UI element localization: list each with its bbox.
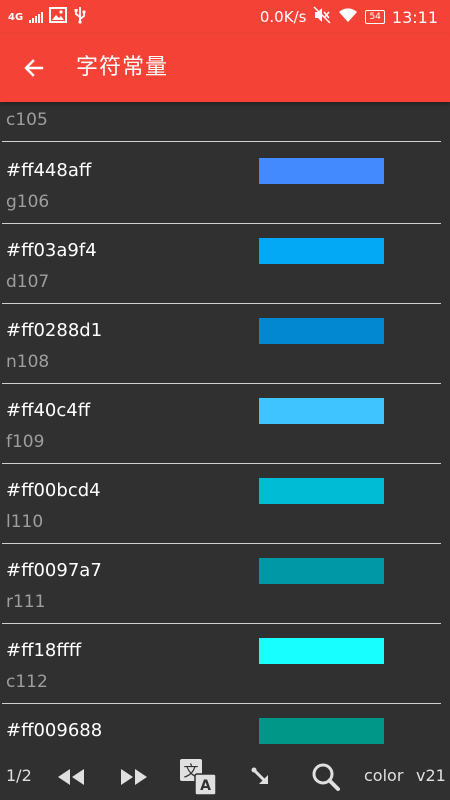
divider xyxy=(2,141,441,142)
svg-text:A: A xyxy=(200,778,211,794)
list-item[interactable]: #ff40c4ff f109 xyxy=(0,384,450,464)
color-swatch xyxy=(259,238,384,264)
translate-button[interactable]: 文 A xyxy=(179,758,217,796)
usb-icon xyxy=(73,6,87,28)
color-name: l110 xyxy=(6,512,44,532)
color-hex: #ff40c4ff xyxy=(6,400,91,421)
color-name: n108 xyxy=(6,352,50,372)
color-name: c112 xyxy=(6,672,48,692)
signal-icon xyxy=(29,11,44,23)
arrow-left-icon xyxy=(24,59,44,77)
fast-forward-icon xyxy=(121,769,147,785)
next-page-button[interactable] xyxy=(117,760,151,794)
mute-icon xyxy=(313,6,331,28)
color-swatch xyxy=(259,558,384,584)
color-hex: #ff0288d1 xyxy=(6,320,103,341)
color-name: f109 xyxy=(6,432,45,452)
app-bar: 字符常量 xyxy=(0,34,450,102)
color-hex: #ff18ffff xyxy=(6,640,82,661)
list-item[interactable]: #ff03a9f4 d107 xyxy=(0,224,450,304)
back-button[interactable] xyxy=(18,52,50,84)
search-icon xyxy=(312,763,340,791)
color-name: r111 xyxy=(6,592,46,612)
list-item[interactable]: c105 xyxy=(0,102,450,142)
search-button[interactable] xyxy=(309,760,343,794)
color-swatch xyxy=(259,398,384,424)
color-swatch xyxy=(259,158,384,184)
list-item[interactable]: #ff448aff g106 xyxy=(0,144,450,224)
arrow-down-right-icon xyxy=(251,767,268,784)
status-left: 4G xyxy=(8,0,87,34)
page-title: 字符常量 xyxy=(76,55,169,80)
version-label: v21 xyxy=(416,766,446,785)
list-item[interactable]: #ff00bcd4 l110 xyxy=(0,464,450,544)
color-hex: #ff0097a7 xyxy=(6,560,102,581)
network-speed: 0.0K/s xyxy=(259,8,307,26)
color-hex: #ff009688 xyxy=(6,720,103,741)
page-indicator: 1/2 xyxy=(6,766,32,785)
bottom-toolbar: 1/2 文 A color v21 xyxy=(0,752,450,800)
status-right: 0.0K/s 54 13:11 xyxy=(260,0,438,34)
rewind-icon xyxy=(58,769,84,785)
status-bar: 4G 0.0K/s 54 13:11 xyxy=(0,0,450,34)
color-swatch xyxy=(259,718,384,744)
list-item[interactable]: #ff18ffff c112 xyxy=(0,624,450,704)
jump-button[interactable] xyxy=(244,760,278,794)
color-swatch xyxy=(259,318,384,344)
list-item[interactable]: #ff0097a7 r111 xyxy=(0,544,450,624)
type-label: color xyxy=(364,766,404,785)
color-name: c105 xyxy=(6,110,48,130)
color-name: d107 xyxy=(6,272,50,292)
color-hex: #ff03a9f4 xyxy=(6,240,97,261)
image-icon xyxy=(49,7,68,27)
color-swatch xyxy=(259,638,384,664)
color-list[interactable]: c105 #ff448aff g106 #ff03a9f4 d107 #ff02… xyxy=(0,102,450,752)
list-item[interactable]: #ff009688 xyxy=(0,704,450,752)
wifi-icon xyxy=(338,7,358,27)
color-hex: #ff448aff xyxy=(6,160,92,181)
color-hex: #ff00bcd4 xyxy=(6,480,101,501)
previous-page-button[interactable] xyxy=(54,760,88,794)
battery-icon: 54 xyxy=(365,10,385,24)
color-swatch xyxy=(259,478,384,504)
list-item[interactable]: #ff0288d1 n108 xyxy=(0,304,450,384)
translate-icon: 文 A xyxy=(180,759,217,796)
clock: 13:11 xyxy=(391,7,438,27)
color-name: g106 xyxy=(6,192,50,212)
network-type: 4G xyxy=(8,11,24,23)
